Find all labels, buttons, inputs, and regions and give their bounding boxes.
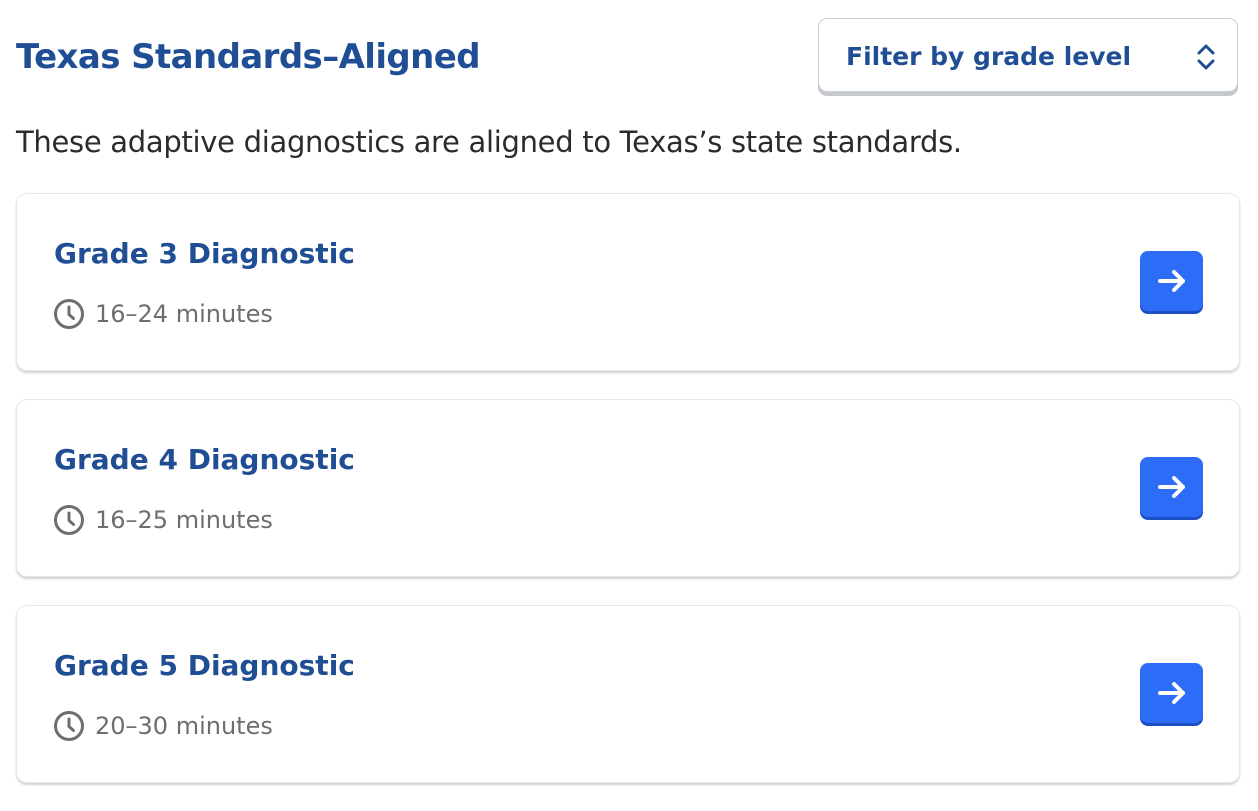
arrow-right-icon (1157, 682, 1185, 704)
clock-icon (54, 299, 84, 329)
start-diagnostic-button[interactable] (1140, 457, 1203, 517)
diagnostic-card-grade-5[interactable]: Grade 5 Diagnostic 20–30 minutes (16, 605, 1240, 783)
diagnostic-title: Grade 5 Diagnostic (54, 649, 355, 682)
grade-filter-label: Filter by grade level (846, 42, 1132, 71)
diagnostic-title: Grade 4 Diagnostic (54, 443, 355, 476)
clock-icon (54, 711, 84, 741)
diagnostic-card-grade-3[interactable]: Grade 3 Diagnostic 16–24 minutes (16, 193, 1240, 371)
clock-icon (54, 505, 84, 535)
intro-text: These adaptive diagnostics are aligned t… (16, 125, 962, 159)
diagnostic-list: Grade 3 Diagnostic 16–24 minutes Grade 4… (16, 193, 1240, 811)
start-diagnostic-button[interactable] (1140, 251, 1203, 311)
diagnostic-duration: 20–30 minutes (53, 710, 273, 742)
arrow-right-icon (1157, 270, 1185, 292)
grade-level-filter[interactable]: Filter by grade level (818, 18, 1238, 92)
diagnostic-title: Grade 3 Diagnostic (54, 237, 355, 270)
diagnostic-card-grade-4[interactable]: Grade 4 Diagnostic 16–25 minutes (16, 399, 1240, 577)
duration-text: 20–30 minutes (95, 712, 273, 740)
chevron-updown-icon (1197, 44, 1215, 70)
diagnostic-duration: 16–24 minutes (53, 298, 273, 330)
page-header: Texas Standards–Aligned Filter by grade … (16, 16, 1240, 98)
diagnostic-duration: 16–25 minutes (53, 504, 273, 536)
page-title: Texas Standards–Aligned (16, 37, 481, 77)
duration-text: 16–25 minutes (95, 506, 273, 534)
duration-text: 16–24 minutes (95, 300, 273, 328)
start-diagnostic-button[interactable] (1140, 663, 1203, 723)
arrow-right-icon (1157, 476, 1185, 498)
